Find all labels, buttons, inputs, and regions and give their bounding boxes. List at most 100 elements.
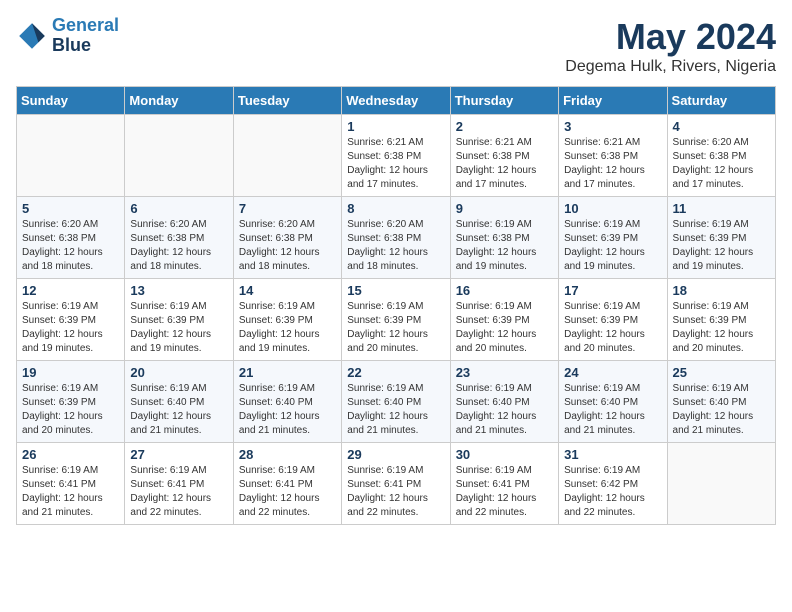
calendar-day-4: 4 Sunrise: 6:20 AM Sunset: 6:38 PM Daylig… [667,115,775,197]
day-number: 1 [347,119,444,134]
day-info: Sunrise: 6:19 AM Sunset: 6:39 PM Dayligh… [130,300,227,356]
day-number: 20 [130,365,227,380]
calendar-day-22: 22Sunrise: 6:19 AM Sunset: 6:40 PM Dayli… [342,361,450,443]
day-number: 8 [347,201,444,216]
day-number: 7 [239,201,336,216]
calendar-empty-cell [17,115,125,197]
weekday-header-tuesday: Tuesday [233,87,341,115]
day-info: Sunrise: 6:19 AM Sunset: 6:39 PM Dayligh… [456,300,553,356]
day-number: 19 [22,365,119,380]
month-year-title: May 2024 [565,16,776,58]
day-number: 4 [673,119,770,134]
calendar-day-24: 24Sunrise: 6:19 AM Sunset: 6:40 PM Dayli… [559,361,667,443]
calendar-day-17: 17Sunrise: 6:19 AM Sunset: 6:39 PM Dayli… [559,279,667,361]
calendar-day-5: 5Sunrise: 6:20 AM Sunset: 6:38 PM Daylig… [17,197,125,279]
logo: General Blue [16,16,119,56]
title-area: May 2024 Degema Hulk, Rivers, Nigeria [565,16,776,76]
weekday-header-sunday: Sunday [17,87,125,115]
day-number: 28 [239,447,336,462]
day-number: 9 [456,201,553,216]
location-subtitle: Degema Hulk, Rivers, Nigeria [565,58,776,76]
calendar-day-13: 13 Sunrise: 6:19 AM Sunset: 6:39 PM Dayli… [125,279,233,361]
day-number: 11 [673,201,770,216]
day-info: Sunrise: 6:19 AM Sunset: 6:39 PM Dayligh… [239,300,336,356]
day-info: Sunrise: 6:19 AM Sunset: 6:42 PM Dayligh… [564,464,661,520]
calendar-day-28: 28 Sunrise: 6:19 AM Sunset: 6:41 PM Dayli… [233,443,341,525]
day-info: Sunrise: 6:19 AM Sunset: 6:39 PM Dayligh… [673,300,770,356]
day-info: Sunrise: 6:19 AM Sunset: 6:41 PM Dayligh… [22,464,119,520]
calendar-day-16: 16 Sunrise: 6:19 AM Sunset: 6:39 PM Dayli… [450,279,558,361]
day-info: Sunrise: 6:19 AM Sunset: 6:39 PM Dayligh… [347,300,444,356]
day-number: 15 [347,283,444,298]
day-info: Sunrise: 6:19 AM Sunset: 6:39 PM Dayligh… [22,300,119,356]
page-header: General Blue May 2024 Degema Hulk, River… [16,16,776,76]
logo-text: General Blue [52,16,119,56]
calendar-day-18: 18Sunrise: 6:19 AM Sunset: 6:39 PM Dayli… [667,279,775,361]
calendar-day-6: 6Sunrise: 6:20 AM Sunset: 6:38 PM Daylig… [125,197,233,279]
calendar-day-31: 31 Sunrise: 6:19 AM Sunset: 6:42 PM Dayli… [559,443,667,525]
weekday-header-saturday: Saturday [667,87,775,115]
day-info: Sunrise: 6:19 AM Sunset: 6:39 PM Dayligh… [564,300,661,356]
calendar-week-row: 1 Sunrise: 6:21 AM Sunset: 6:38 PM Daylig… [17,115,776,197]
calendar-table: SundayMondayTuesdayWednesdayThursdayFrid… [16,86,776,525]
day-info: Sunrise: 6:19 AM Sunset: 6:40 PM Dayligh… [130,382,227,438]
day-number: 29 [347,447,444,462]
calendar-day-25: 25Sunrise: 6:19 AM Sunset: 6:40 PM Dayli… [667,361,775,443]
weekday-header-friday: Friday [559,87,667,115]
calendar-empty-cell [233,115,341,197]
calendar-day-11: 11 Sunrise: 6:19 AM Sunset: 6:39 PM Dayli… [667,197,775,279]
calendar-day-21: 21 Sunrise: 6:19 AM Sunset: 6:40 PM Dayli… [233,361,341,443]
day-info: Sunrise: 6:21 AM Sunset: 6:38 PM Dayligh… [456,136,553,192]
day-number: 12 [22,283,119,298]
calendar-day-26: 26 Sunrise: 6:19 AM Sunset: 6:41 PM Dayli… [17,443,125,525]
day-number: 24 [564,365,661,380]
calendar-day-15: 15 Sunrise: 6:19 AM Sunset: 6:39 PM Dayli… [342,279,450,361]
day-info: Sunrise: 6:20 AM Sunset: 6:38 PM Dayligh… [347,218,444,274]
day-number: 23 [456,365,553,380]
calendar-day-3: 3Sunrise: 6:21 AM Sunset: 6:38 PM Daylig… [559,115,667,197]
day-info: Sunrise: 6:19 AM Sunset: 6:39 PM Dayligh… [564,218,661,274]
day-number: 5 [22,201,119,216]
day-info: Sunrise: 6:19 AM Sunset: 6:39 PM Dayligh… [673,218,770,274]
weekday-header-monday: Monday [125,87,233,115]
day-number: 31 [564,447,661,462]
day-info: Sunrise: 6:19 AM Sunset: 6:40 PM Dayligh… [347,382,444,438]
day-info: Sunrise: 6:19 AM Sunset: 6:41 PM Dayligh… [456,464,553,520]
day-info: Sunrise: 6:19 AM Sunset: 6:39 PM Dayligh… [22,382,119,438]
calendar-day-1: 1 Sunrise: 6:21 AM Sunset: 6:38 PM Daylig… [342,115,450,197]
calendar-day-9: 9 Sunrise: 6:19 AM Sunset: 6:38 PM Daylig… [450,197,558,279]
weekday-header-row: SundayMondayTuesdayWednesdayThursdayFrid… [17,87,776,115]
calendar-day-7: 7 Sunrise: 6:20 AM Sunset: 6:38 PM Daylig… [233,197,341,279]
weekday-header-thursday: Thursday [450,87,558,115]
calendar-week-row: 19 Sunrise: 6:19 AM Sunset: 6:39 PM Dayli… [17,361,776,443]
day-number: 25 [673,365,770,380]
calendar-week-row: 5 Sunrise: 6:20 AM Sunset: 6:38 PM Daylig… [17,197,776,279]
day-info: Sunrise: 6:19 AM Sunset: 6:41 PM Dayligh… [347,464,444,520]
day-number: 16 [456,283,553,298]
day-info: Sunrise: 6:19 AM Sunset: 6:41 PM Dayligh… [130,464,227,520]
calendar-day-27: 27 Sunrise: 6:19 AM Sunset: 6:41 PM Dayli… [125,443,233,525]
day-number: 21 [239,365,336,380]
day-number: 13 [130,283,227,298]
day-info: Sunrise: 6:20 AM Sunset: 6:38 PM Dayligh… [239,218,336,274]
calendar-day-10: 10 Sunrise: 6:19 AM Sunset: 6:39 PM Dayli… [559,197,667,279]
day-info: Sunrise: 6:19 AM Sunset: 6:41 PM Dayligh… [239,464,336,520]
calendar-empty-cell [125,115,233,197]
calendar-day-2: 2Sunrise: 6:21 AM Sunset: 6:38 PM Daylig… [450,115,558,197]
day-number: 14 [239,283,336,298]
day-number: 10 [564,201,661,216]
day-info: Sunrise: 6:20 AM Sunset: 6:38 PM Dayligh… [673,136,770,192]
day-info: Sunrise: 6:19 AM Sunset: 6:38 PM Dayligh… [456,218,553,274]
day-number: 3 [564,119,661,134]
calendar-day-14: 14 Sunrise: 6:19 AM Sunset: 6:39 PM Dayli… [233,279,341,361]
day-number: 27 [130,447,227,462]
calendar-week-row: 26 Sunrise: 6:19 AM Sunset: 6:41 PM Dayli… [17,443,776,525]
calendar-day-30: 30Sunrise: 6:19 AM Sunset: 6:41 PM Dayli… [450,443,558,525]
day-info: Sunrise: 6:19 AM Sunset: 6:40 PM Dayligh… [456,382,553,438]
day-info: Sunrise: 6:19 AM Sunset: 6:40 PM Dayligh… [239,382,336,438]
calendar-day-8: 8 Sunrise: 6:20 AM Sunset: 6:38 PM Daylig… [342,197,450,279]
day-number: 26 [22,447,119,462]
weekday-header-wednesday: Wednesday [342,87,450,115]
calendar-day-29: 29 Sunrise: 6:19 AM Sunset: 6:41 PM Dayli… [342,443,450,525]
day-info: Sunrise: 6:21 AM Sunset: 6:38 PM Dayligh… [347,136,444,192]
